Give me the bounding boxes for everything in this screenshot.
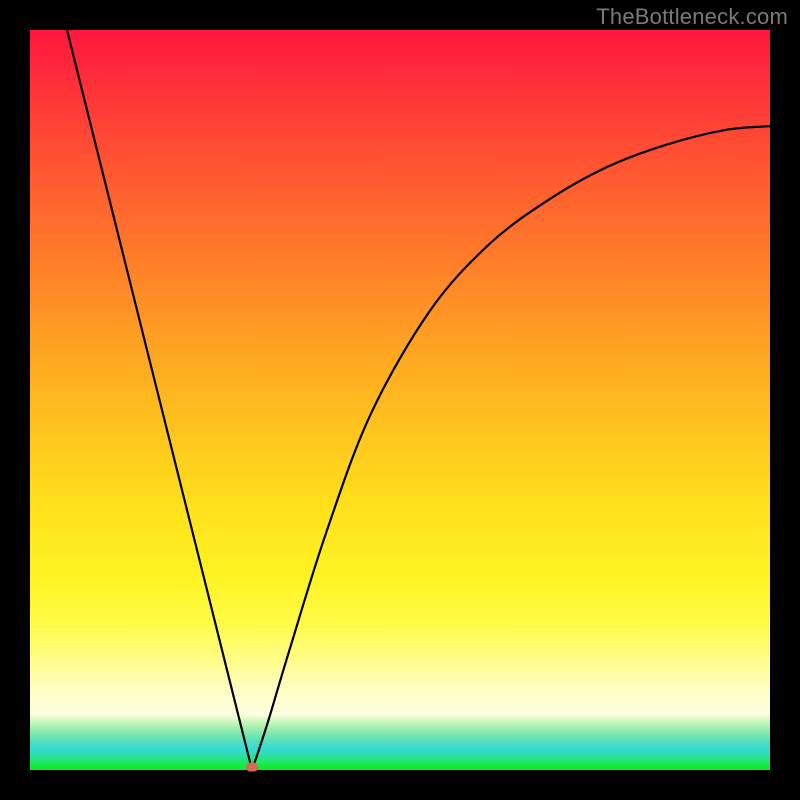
watermark-text: TheBottleneck.com (596, 4, 788, 30)
bottleneck-curve (30, 30, 770, 770)
curve-path (67, 30, 770, 770)
plot-area (30, 30, 770, 770)
chart-frame: TheBottleneck.com (0, 0, 800, 800)
minimum-marker (246, 763, 258, 772)
